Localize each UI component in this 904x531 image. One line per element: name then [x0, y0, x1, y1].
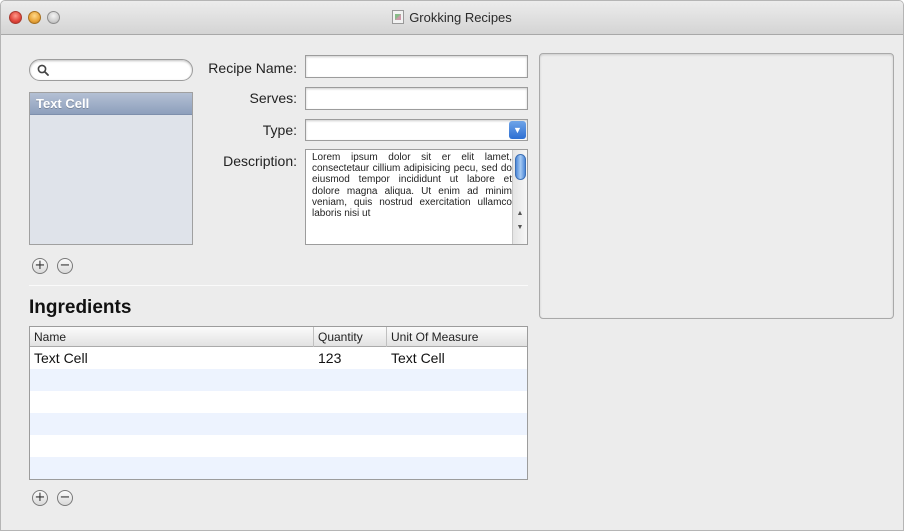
scroll-up-arrow-icon[interactable]: ▲ [513, 208, 527, 220]
title-bar[interactable]: Grokking Recipes [1, 1, 903, 35]
scroll-down-arrow-icon[interactable]: ▼ [513, 222, 527, 234]
ingredients-heading: Ingredients [29, 297, 132, 318]
ingredients-table[interactable]: Name Quantity Unit Of Measure Text Cell … [29, 326, 528, 480]
description-label: Description: [223, 153, 297, 169]
table-row[interactable] [30, 457, 527, 479]
chevron-down-icon: ▼ [509, 121, 526, 139]
search-field[interactable] [29, 59, 193, 81]
minus-icon: − [59, 490, 71, 505]
document-icon [392, 10, 405, 24]
scroll-thumb[interactable] [515, 154, 526, 180]
table-row[interactable] [30, 369, 527, 391]
recipe-list-item-label: Text Cell [36, 96, 90, 111]
plus-icon: + [34, 258, 46, 273]
column-header-unit[interactable]: Unit Of Measure [387, 327, 527, 347]
type-popup[interactable]: ▼ [305, 119, 528, 141]
table-row[interactable]: Text Cell 123 Text Cell [30, 347, 527, 369]
serves-label: Serves: [249, 90, 297, 106]
add-recipe-button[interactable]: + [32, 258, 48, 274]
description-textview[interactable]: Lorem ipsum dolor sit er elit lamet, con… [305, 149, 528, 245]
recipe-name-field[interactable] [305, 55, 528, 78]
window-title-group: Grokking Recipes [1, 10, 903, 25]
description-text: Lorem ipsum dolor sit er elit lamet, con… [312, 152, 512, 220]
remove-recipe-button[interactable]: − [57, 258, 73, 274]
table-header: Name Quantity Unit Of Measure [30, 327, 527, 347]
recipe-name-label: Recipe Name: [208, 60, 297, 76]
section-divider [29, 285, 528, 286]
minus-icon: − [59, 258, 71, 273]
description-scrollbar[interactable]: ▲ ▼ [512, 150, 527, 244]
serves-field[interactable] [305, 87, 528, 110]
recipe-list[interactable]: Text Cell [29, 92, 193, 245]
recipe-image-well[interactable] [539, 53, 894, 319]
table-row[interactable] [30, 413, 527, 435]
search-icon [37, 64, 49, 76]
ingredient-name-cell: Text Cell [34, 350, 88, 366]
table-row[interactable] [30, 391, 527, 413]
column-header-name[interactable]: Name [30, 327, 314, 347]
add-ingredient-button[interactable]: + [32, 490, 48, 506]
column-header-quantity[interactable]: Quantity [314, 327, 387, 347]
main-window: Grokking Recipes Text Cell + − Recipe Na… [0, 0, 904, 531]
ingredient-unit-cell: Text Cell [391, 350, 445, 366]
window-title: Grokking Recipes [409, 10, 512, 25]
table-row[interactable] [30, 435, 527, 457]
recipe-list-item[interactable]: Text Cell [30, 93, 192, 115]
ingredient-quantity-cell: 123 [318, 350, 342, 366]
plus-icon: + [34, 490, 46, 505]
remove-ingredient-button[interactable]: − [57, 490, 73, 506]
type-label: Type: [262, 122, 297, 138]
